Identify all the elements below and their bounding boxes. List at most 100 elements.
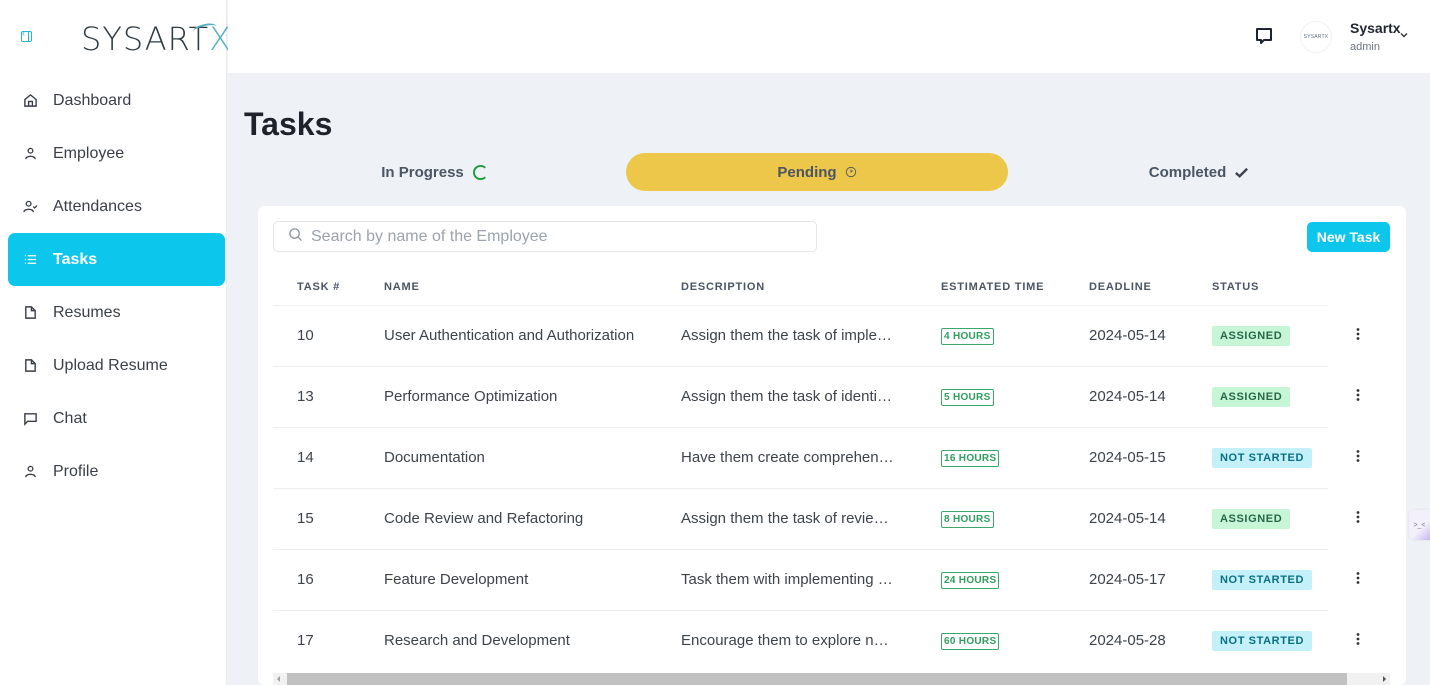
sidebar-item-employee[interactable]: Employee	[0, 127, 226, 180]
task-description: Task them with implementing …	[681, 549, 941, 611]
sidebar-item-upload-resume[interactable]: Upload Resume	[0, 339, 226, 392]
list-icon	[22, 252, 38, 268]
task-number: 10	[273, 305, 384, 367]
task-name: Performance Optimization	[384, 366, 681, 428]
user-icon	[22, 464, 38, 480]
estimated-time-badge: 4 HOURS	[941, 328, 994, 345]
more-vertical-icon[interactable]	[1351, 508, 1365, 526]
collapse-sidebar-icon[interactable]	[21, 28, 32, 42]
more-vertical-icon[interactable]	[1351, 630, 1365, 648]
tab-label: Pending	[777, 163, 837, 181]
table-row[interactable]: 10 User Authentication and Authorization…	[273, 305, 1388, 367]
more-vertical-icon[interactable]	[1351, 325, 1365, 343]
task-deadline: 2024-05-14	[1089, 488, 1212, 550]
scroll-left-arrow[interactable]	[277, 676, 280, 682]
file-icon	[22, 358, 38, 374]
task-description: Assign them the task of imple…	[681, 305, 941, 367]
page-title: Tasks	[244, 106, 333, 142]
spinner-icon	[472, 164, 489, 181]
estimated-time-cell: 4 HOURS	[941, 305, 1089, 367]
task-status-tabs: In Progress Pending Completed	[244, 153, 1390, 191]
estimated-time-badge: 5 HOURS	[941, 389, 994, 406]
check-icon	[1234, 165, 1249, 180]
scrollbar-thumb[interactable]	[287, 673, 1347, 685]
message-square-icon[interactable]	[1254, 26, 1274, 46]
column-header-status[interactable]: STATUS	[1212, 270, 1328, 306]
sidebar-item-tasks[interactable]: Tasks	[8, 233, 225, 286]
table-row[interactable]: 14 Documentation Have them create compre…	[273, 427, 1388, 489]
tab-label: Completed	[1148, 163, 1227, 181]
sidebar-item-label: Dashboard	[53, 91, 132, 109]
task-description: Assign them the task of identi…	[681, 366, 941, 428]
table-row[interactable]: 17 Research and Development Encourage th…	[273, 610, 1388, 671]
sidebar-item-attendances[interactable]: Attendances	[0, 180, 226, 233]
column-header-description[interactable]: DESCRIPTION	[681, 270, 941, 306]
table-row[interactable]: 15 Code Review and Refactoring Assign th…	[273, 488, 1388, 550]
actions-cell	[1328, 427, 1388, 488]
file-icon	[22, 305, 38, 321]
column-header-task-number[interactable]: TASK #	[273, 270, 384, 306]
status-badge: NOT STARTED	[1212, 569, 1313, 590]
task-number: 14	[273, 427, 384, 489]
user-name[interactable]: Sysartx	[1350, 20, 1401, 36]
sidebar-item-profile[interactable]: Profile	[0, 445, 226, 498]
chat-icon	[22, 411, 38, 427]
user-role: admin	[1350, 41, 1380, 53]
sidebar-item-label: Tasks	[53, 250, 98, 268]
sidebar-item-resumes[interactable]: Resumes	[0, 286, 226, 339]
task-name: User Authentication and Authorization	[384, 305, 681, 367]
tab-completed[interactable]: Completed	[1008, 153, 1390, 191]
task-number: 15	[273, 488, 384, 550]
chevron-down-icon[interactable]	[1398, 28, 1410, 40]
status-badge: ASSIGNED	[1212, 325, 1291, 346]
sidebar-item-label: Attendances	[53, 197, 142, 215]
estimated-time-cell: 5 HOURS	[941, 366, 1089, 428]
table-row[interactable]: 16 Feature Development Task them with im…	[273, 549, 1388, 611]
column-header-estimated-time[interactable]: ESTIMATED TIME	[941, 270, 1089, 306]
sidebar: SYSARTX Dashboard Employee Attendances T…	[0, 0, 231, 685]
tab-in-progress[interactable]: In Progress	[244, 153, 626, 191]
sidebar-item-chat[interactable]: Chat	[0, 392, 226, 445]
avatar[interactable]: SYSARTX	[1300, 21, 1332, 53]
estimated-time-badge: 16 HOURS	[941, 450, 1000, 467]
column-header-deadline[interactable]: DEADLINE	[1089, 270, 1212, 306]
task-deadline: 2024-05-17	[1089, 549, 1212, 611]
horizontal-scrollbar[interactable]	[273, 673, 1390, 685]
sidebar-item-label: Upload Resume	[53, 356, 168, 374]
task-name: Feature Development	[384, 549, 681, 611]
home-icon	[22, 93, 38, 109]
top-header: SYSARTX Sysartx admin	[228, 0, 1430, 73]
task-name: Code Review and Refactoring	[384, 488, 681, 550]
task-number: 17	[297, 632, 314, 650]
estimated-time-cell: 60 HOURS	[941, 610, 1089, 671]
tab-label: In Progress	[381, 163, 464, 181]
search-input[interactable]	[311, 227, 791, 246]
user-icon	[22, 146, 38, 162]
estimated-time-cell: 24 HOURS	[941, 549, 1089, 611]
sidebar-item-dashboard[interactable]: Dashboard	[0, 74, 226, 127]
column-header-actions	[1328, 270, 1388, 305]
status-cell: NOT STARTED	[1212, 427, 1328, 489]
scroll-right-arrow[interactable]	[1383, 676, 1386, 682]
actions-cell	[1328, 549, 1388, 610]
status-badge: NOT STARTED	[1212, 630, 1313, 651]
sidebar-item-label: Profile	[53, 462, 99, 480]
estimated-time-cell: 16 HOURS	[941, 427, 1089, 489]
task-number: 16	[273, 549, 384, 611]
floating-assistant-widget[interactable]: >_<	[1409, 510, 1430, 540]
task-deadline: 2024-05-14	[1089, 305, 1212, 367]
more-vertical-icon[interactable]	[1351, 447, 1365, 465]
task-name: Research and Development	[384, 632, 570, 650]
estimated-time-cell: 8 HOURS	[941, 488, 1089, 550]
task-name: Documentation	[384, 427, 681, 489]
new-task-button[interactable]: New Task	[1307, 222, 1390, 252]
search-box[interactable]	[273, 221, 817, 252]
more-vertical-icon[interactable]	[1351, 569, 1365, 587]
clock-icon	[845, 166, 857, 178]
more-vertical-icon[interactable]	[1351, 386, 1365, 404]
column-header-name[interactable]: NAME	[384, 270, 681, 306]
estimated-time-badge: 60 HOURS	[941, 633, 1000, 651]
tab-pending[interactable]: Pending	[626, 153, 1008, 191]
table-header-row: TASK # NAME DESCRIPTION ESTIMATED TIME D…	[273, 270, 1388, 306]
table-row[interactable]: 13 Performance Optimization Assign them …	[273, 366, 1388, 428]
